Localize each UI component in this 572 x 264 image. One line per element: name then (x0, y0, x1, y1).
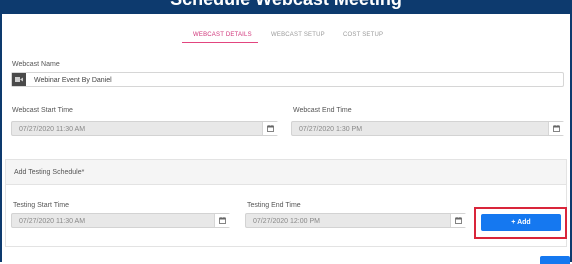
tab-webcast-details[interactable]: WEBCAST DETAILS (193, 31, 252, 39)
webcast-name-label: Webcast Name (12, 61, 60, 68)
testing-schedule-header: Add Testing Schedule* (6, 160, 566, 185)
testing-schedule-title: Add Testing Schedule* (14, 169, 85, 176)
modal-title: Schedule Webcast Meeting (0, 0, 572, 10)
webcast-start-label: Webcast Start Time (12, 107, 73, 114)
tab-bar: WEBCAST DETAILS WEBCAST SETUP COST SETUP (0, 31, 572, 47)
webcast-end-label: Webcast End Time (293, 107, 352, 114)
footer-button[interactable] (540, 256, 570, 264)
calendar-icon[interactable] (214, 214, 230, 227)
testing-end-label: Testing End Time (247, 202, 301, 209)
calendar-icon[interactable] (262, 122, 278, 135)
tab-cost-setup[interactable]: COST SETUP (343, 31, 383, 39)
webcast-end-value: 07/27/2020 1:30 PM (299, 126, 363, 133)
webcast-start-field[interactable]: 07/27/2020 11:30 AM (11, 121, 278, 136)
modal-frame-left (0, 14, 2, 262)
add-testing-schedule-button[interactable]: + Add (481, 214, 561, 231)
webcast-name-value: Webinar Event By Daniel (34, 77, 112, 84)
calendar-icon[interactable] (450, 214, 466, 227)
modal-header: Schedule Webcast Meeting (0, 0, 572, 14)
active-tab-indicator (182, 42, 258, 43)
calendar-icon[interactable] (548, 122, 564, 135)
testing-end-field[interactable]: 07/27/2020 12:00 PM (245, 213, 466, 228)
testing-end-value: 07/27/2020 12:00 PM (253, 218, 320, 225)
webcast-name-field[interactable]: Webinar Event By Daniel (11, 72, 564, 87)
webcast-end-field[interactable]: 07/27/2020 1:30 PM (291, 121, 564, 136)
testing-start-value: 07/27/2020 11:30 AM (19, 218, 86, 225)
testing-start-field[interactable]: 07/27/2020 11:30 AM (11, 213, 230, 228)
testing-start-label: Testing Start Time (13, 202, 70, 209)
video-icon (12, 73, 26, 86)
tab-webcast-setup[interactable]: WEBCAST SETUP (271, 31, 325, 39)
webcast-start-value: 07/27/2020 11:30 AM (19, 126, 86, 133)
